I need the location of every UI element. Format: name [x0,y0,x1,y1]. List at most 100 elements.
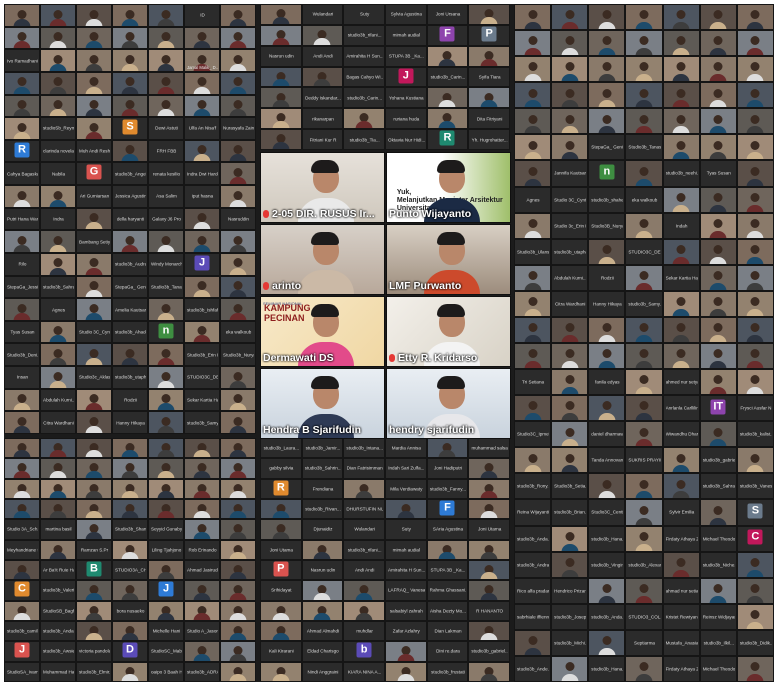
participant-tile[interactable]: studio3b_Tia... [343,129,385,150]
participant-tile[interactable]: Kristet Rewtyani... [662,603,700,630]
participant-tile[interactable]: Andi Andi [301,45,344,67]
participant-tile[interactable]: Sekar Kartia Hajj [662,264,700,291]
participant-tile[interactable] [40,438,76,459]
participant-tile[interactable]: studio3b_Jamir... [301,438,344,459]
participant-tile[interactable] [736,108,774,135]
participant-tile[interactable] [40,366,76,389]
participant-tile[interactable] [736,56,774,83]
participant-tile[interactable]: rikanarpan [301,108,344,130]
participant-tile[interactable] [514,447,552,474]
speaker-tile[interactable]: LMF Purwanto [386,224,511,295]
participant-tile[interactable] [736,4,774,31]
participant-tile[interactable]: studio3b_rifani... [343,539,385,560]
participant-tile[interactable]: studio3b_Brian... [551,499,589,526]
participant-tile[interactable]: Muhammad Hau... [40,661,76,682]
participant-tile[interactable]: Srihidayat [260,580,302,601]
participant-tile[interactable] [736,369,774,396]
participant-tile[interactable]: Muh Andi Reshy... [76,139,112,163]
participant-tile[interactable] [220,4,256,27]
participant-tile[interactable] [426,108,469,130]
participant-tile[interactable] [260,129,302,150]
participant-tile[interactable]: J [4,641,40,662]
participant-tile[interactable]: n [588,160,626,187]
participant-tile[interactable]: Rob Erinando [184,539,220,560]
speaker-tile[interactable]: arinto [260,224,385,295]
participant-tile[interactable] [112,26,148,50]
participant-tile[interactable]: Michael Theodo... [699,525,737,552]
participant-tile[interactable] [220,298,256,321]
participant-tile[interactable]: Syifa Tiara [468,66,510,88]
participant-tile[interactable] [112,539,148,560]
participant-tile[interactable]: S [736,499,774,526]
participant-tile[interactable] [625,343,663,370]
participant-tile[interactable]: studio3b_Hana... [588,655,626,682]
participant-tile[interactable] [662,30,700,57]
participant-tile[interactable]: studio3b_Josep... [551,603,589,630]
participant-tile[interactable] [148,499,184,520]
participant-tile[interactable]: studio3b_Samy... [625,290,663,317]
participant-tile[interactable]: Firdaty Athaya Zk [662,525,700,552]
participant-tile[interactable] [736,447,774,474]
participant-tile[interactable]: Studio3b_Deni... [4,343,40,367]
participant-tile[interactable] [40,4,76,27]
participant-tile[interactable]: FRH FBB [148,139,184,163]
participant-tile[interactable]: Mardia Annisa [385,438,427,459]
participant-tile[interactable]: studio3b_Ilkil... [699,629,737,656]
participant-tile[interactable] [148,388,184,412]
participant-tile[interactable] [588,30,626,57]
participant-tile[interactable] [699,343,737,370]
participant-tile[interactable] [426,45,469,67]
participant-tile[interactable] [736,212,774,239]
participant-tile[interactable]: studio3b_gabriel... [699,447,737,474]
participant-tile[interactable] [588,629,626,656]
participant-tile[interactable]: DHURSTUFIN NU... [343,499,385,520]
participant-tile[interactable] [625,108,663,135]
participant-tile[interactable]: studio3b_Rony... [514,473,552,500]
participant-tile[interactable] [184,275,220,299]
participant-tile[interactable]: renata kesilio [148,162,184,186]
participant-tile[interactable] [112,621,148,642]
participant-tile[interactable] [220,458,256,479]
participant-tile[interactable] [588,395,626,422]
participant-tile[interactable] [40,458,76,479]
participant-tile[interactable]: oaipo 3 Baah H... [148,661,184,682]
participant-tile[interactable] [551,369,589,396]
participant-tile[interactable]: bora nusaeko [112,600,148,621]
participant-tile[interactable]: Septiarma [625,629,663,656]
participant-tile[interactable] [76,411,112,434]
participant-tile[interactable]: ahmad nur setia... [662,577,700,604]
participant-tile[interactable]: StepaGa_ Genir [112,275,148,299]
participant-tile[interactable]: b [343,641,385,662]
participant-tile[interactable] [4,230,40,253]
participant-tile[interactable]: studio3b_Didik... [736,629,774,656]
participant-tile[interactable] [40,343,76,367]
participant-tile[interactable] [148,458,184,479]
participant-tile[interactable]: Firdaty Athaya Zk [662,655,700,682]
participant-tile[interactable]: studio3b_Sahrin... [301,458,344,479]
participant-tile[interactable] [76,252,112,276]
participant-tile[interactable]: Ar Ba'it Ruie Ha... [40,560,76,581]
participant-tile[interactable]: studio3b_Anda... [40,621,76,642]
participant-tile[interactable] [662,473,700,500]
participant-tile[interactable]: Wulandari [343,519,385,540]
participant-tile[interactable] [112,458,148,479]
participant-tile[interactable] [588,4,626,31]
participant-tile[interactable] [40,49,76,72]
participant-tile[interactable] [736,238,774,265]
participant-tile[interactable]: Bagas Cahyo Wi... [343,66,385,88]
speaker-tile[interactable]: Etty R. Kridarso [386,296,511,367]
participant-tile[interactable]: Studio 3A_Sch... [4,519,40,540]
participant-tile[interactable]: Wulandari [301,4,344,25]
participant-tile[interactable]: Abdulah Kurni... [551,264,589,291]
participant-tile[interactable] [514,4,552,31]
participant-tile[interactable] [468,580,510,601]
participant-tile[interactable] [736,264,774,291]
participant-tile[interactable] [625,421,663,448]
participant-tile[interactable] [184,207,220,231]
participant-tile[interactable]: studio3b_utaphs... [112,366,148,389]
participant-tile[interactable]: studio3b_Sahra... [699,473,737,500]
participant-tile[interactable]: mimah audial [385,24,427,46]
participant-tile[interactable]: STUDIO3_COL... [625,603,663,630]
participant-tile[interactable] [625,473,663,500]
participant-tile[interactable] [385,499,427,520]
